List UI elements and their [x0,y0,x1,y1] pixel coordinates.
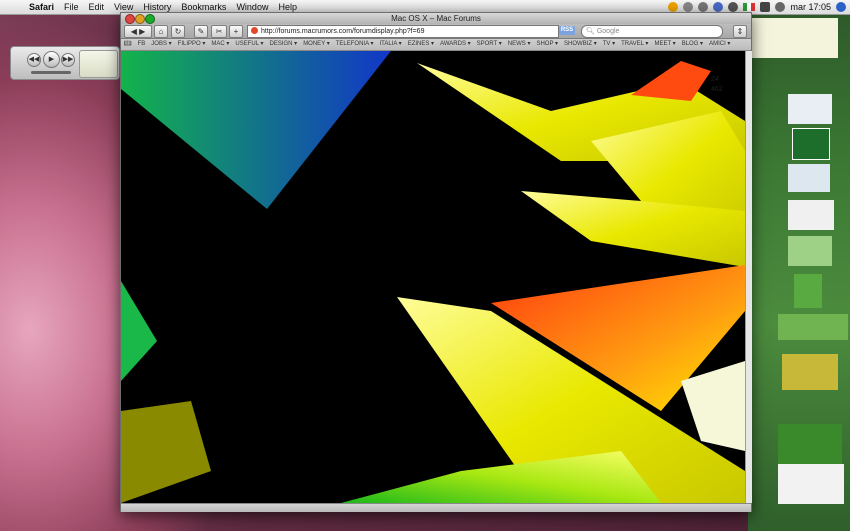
home-icon[interactable]: ⌂ [154,25,168,38]
snippet-icon[interactable]: ✂ [211,25,227,38]
menu-clock[interactable]: mar 17:05 [790,0,831,14]
warning-icon[interactable] [668,2,679,12]
volume-slider[interactable] [31,71,71,74]
bookmark-item[interactable]: AMICI ▾ [706,39,733,50]
glitch-fragment [778,464,844,504]
bookmark-item[interactable]: EZINES ▾ [405,39,437,50]
menu-app-name[interactable]: Safari [24,0,59,14]
bookmark-item[interactable]: NEWS ▾ [505,39,534,50]
status-bar [121,503,751,512]
green-shard [341,451,661,503]
rss-button[interactable]: RSS [559,26,575,35]
browser-toolbar: ◀ ▶ ⌂ ↻ ✎ ✂ + http://forums.macrumors.co… [121,24,751,39]
sync-icon[interactable] [683,2,694,12]
bookmark-item[interactable]: USEFUL ▾ [232,39,266,50]
glitch-fragment [782,354,838,390]
favicon-icon [251,27,258,34]
add-bookmark-icon[interactable]: + [229,25,243,38]
olive-shard [121,401,211,503]
bookmark-item[interactable]: JOBS ▾ [148,39,174,50]
bookmark-item[interactable]: MEET ▾ [651,39,678,50]
post-count-number: 462 [711,86,723,93]
bookmark-item[interactable]: TV ▾ [600,39,618,50]
bookmark-item[interactable]: FB [135,39,149,50]
spotlight-icon[interactable] [836,2,846,12]
address-bar[interactable]: http://forums.macrumors.com/forumdisplay… [247,25,559,38]
bookmark-item[interactable]: FILIPPO ▾ [175,39,209,50]
bookmark-item[interactable]: MONEY ▾ [300,39,333,50]
bookmark-item[interactable]: TELEFONIA ▾ [333,39,377,50]
bookmarks-book-icon[interactable]: 📖︎ [121,39,135,50]
bookmark-item[interactable]: SHOWBIZ ▾ [561,39,600,50]
battery-icon[interactable] [760,2,771,12]
window-title: Mac OS X – Mac Forums [391,14,481,23]
desktop-right-panel [748,14,850,531]
volume-icon[interactable] [775,2,786,12]
search-placeholder: Google [596,28,620,35]
menu-dropdown-icon[interactable]: ⇕ [733,25,747,38]
vertical-scrollbar[interactable] [745,51,752,503]
next-icon[interactable]: ▶▶ [61,53,75,67]
glitch-fragment [792,128,830,160]
time-machine-icon[interactable] [698,2,709,12]
close-button[interactable] [125,14,135,24]
previous-icon[interactable]: ◀◀ [27,53,41,67]
itunes-display [79,50,118,78]
glitch-fragment [788,94,832,124]
search-icon: 🔍︎ [586,28,595,35]
flag-icon[interactable] [743,3,756,11]
bookmark-item[interactable]: SHOP ▾ [533,39,561,50]
menu-edit[interactable]: Edit [84,0,110,14]
glitch-fragment [778,424,842,464]
bookmark-item[interactable]: MAC ▾ [208,39,232,50]
wifi-icon[interactable] [728,2,739,12]
bookmark-item[interactable]: BLOG ▾ [679,39,706,50]
glitch-fragment [794,274,822,308]
blue-shard [121,51,391,209]
glitch-fragment [778,314,848,340]
glitch-fragment [788,236,832,266]
play-icon[interactable]: ▶ [43,51,60,68]
glitch-fragment [752,18,838,58]
glitched-graphics: 462 24 [121,51,745,503]
bookmarks-bar: 📖︎ FB JOBS ▾ FILIPPO ▾ MAC ▾ USEFUL ▾ DE… [121,39,751,51]
bookmark-item[interactable]: SPORT ▾ [474,39,505,50]
glitch-fragment [788,200,834,230]
safari-window: Mac OS X – Mac Forums ◀ ▶ ⌂ ↻ ✎ ✂ + http… [120,12,752,512]
apple-menu-icon[interactable] [6,0,18,14]
bookmark-item[interactable]: DESIGN ▾ [267,39,301,50]
post-count-number: 24 [711,76,719,83]
itunes-mini-player[interactable]: ◀◀ ▶ ▶▶ [10,46,120,80]
reload-icon[interactable]: ↻ [171,25,185,38]
url-text: http://forums.macrumors.com/forumdisplay… [261,28,425,35]
glitch-fragment [788,164,830,192]
bluetooth-icon[interactable] [713,2,724,12]
bookmark-item[interactable]: AWARDS ▾ [437,39,474,50]
menu-file[interactable]: File [59,0,84,14]
zoom-button[interactable] [145,14,155,24]
search-field[interactable]: 🔍︎ Google [581,25,723,38]
bookmark-item[interactable]: TRAVEL ▾ [618,39,651,50]
minimize-button[interactable] [135,14,145,24]
web-content-area[interactable]: 462 24 [121,51,745,503]
green-shard [121,281,157,381]
window-titlebar[interactable]: Mac OS X – Mac Forums [121,13,751,24]
bookmark-item[interactable]: ITALIA ▾ [376,39,404,50]
back-forward-button[interactable]: ◀ ▶ [124,25,152,38]
edit-icon[interactable]: ✎ [194,25,208,38]
